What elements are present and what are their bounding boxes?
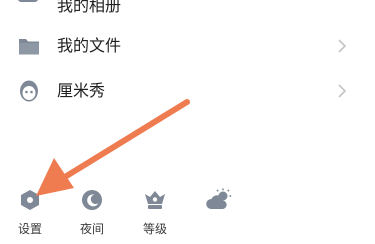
menu-item-cmshow[interactable]: 厘米秀 [0, 69, 375, 115]
menu-item-label: 我的相册 [57, 0, 122, 15]
night-mode-button[interactable]: 夜间 [72, 184, 112, 240]
level-button[interactable]: 等级 [135, 184, 175, 240]
cmshow-avatar-icon [18, 80, 40, 102]
chevron-right-icon [337, 83, 347, 99]
menu-item-my-files[interactable]: 我的文件 [0, 24, 375, 70]
settings-label: 设置 [17, 222, 42, 236]
photo-album-icon [18, 0, 38, 8]
night-mode-moon-icon [80, 188, 104, 212]
level-label: 等级 [142, 222, 167, 236]
menu-item-label: 我的文件 [57, 36, 122, 55]
folder-icon [18, 35, 40, 57]
night-mode-label: 夜间 [79, 222, 104, 236]
menu-item-photo-album[interactable]: 我的相册 [0, 0, 375, 15]
menu-item-label: 厘米秀 [57, 81, 106, 100]
weather-button[interactable] [198, 184, 238, 240]
settings-button[interactable]: 设置 [10, 184, 50, 240]
level-crown-icon [143, 188, 167, 212]
chevron-right-icon [337, 38, 347, 54]
settings-hexagon-icon [18, 188, 42, 212]
weather-icon [206, 188, 232, 212]
bottom-toolbar: 设置 夜间 等级 [0, 184, 375, 244]
